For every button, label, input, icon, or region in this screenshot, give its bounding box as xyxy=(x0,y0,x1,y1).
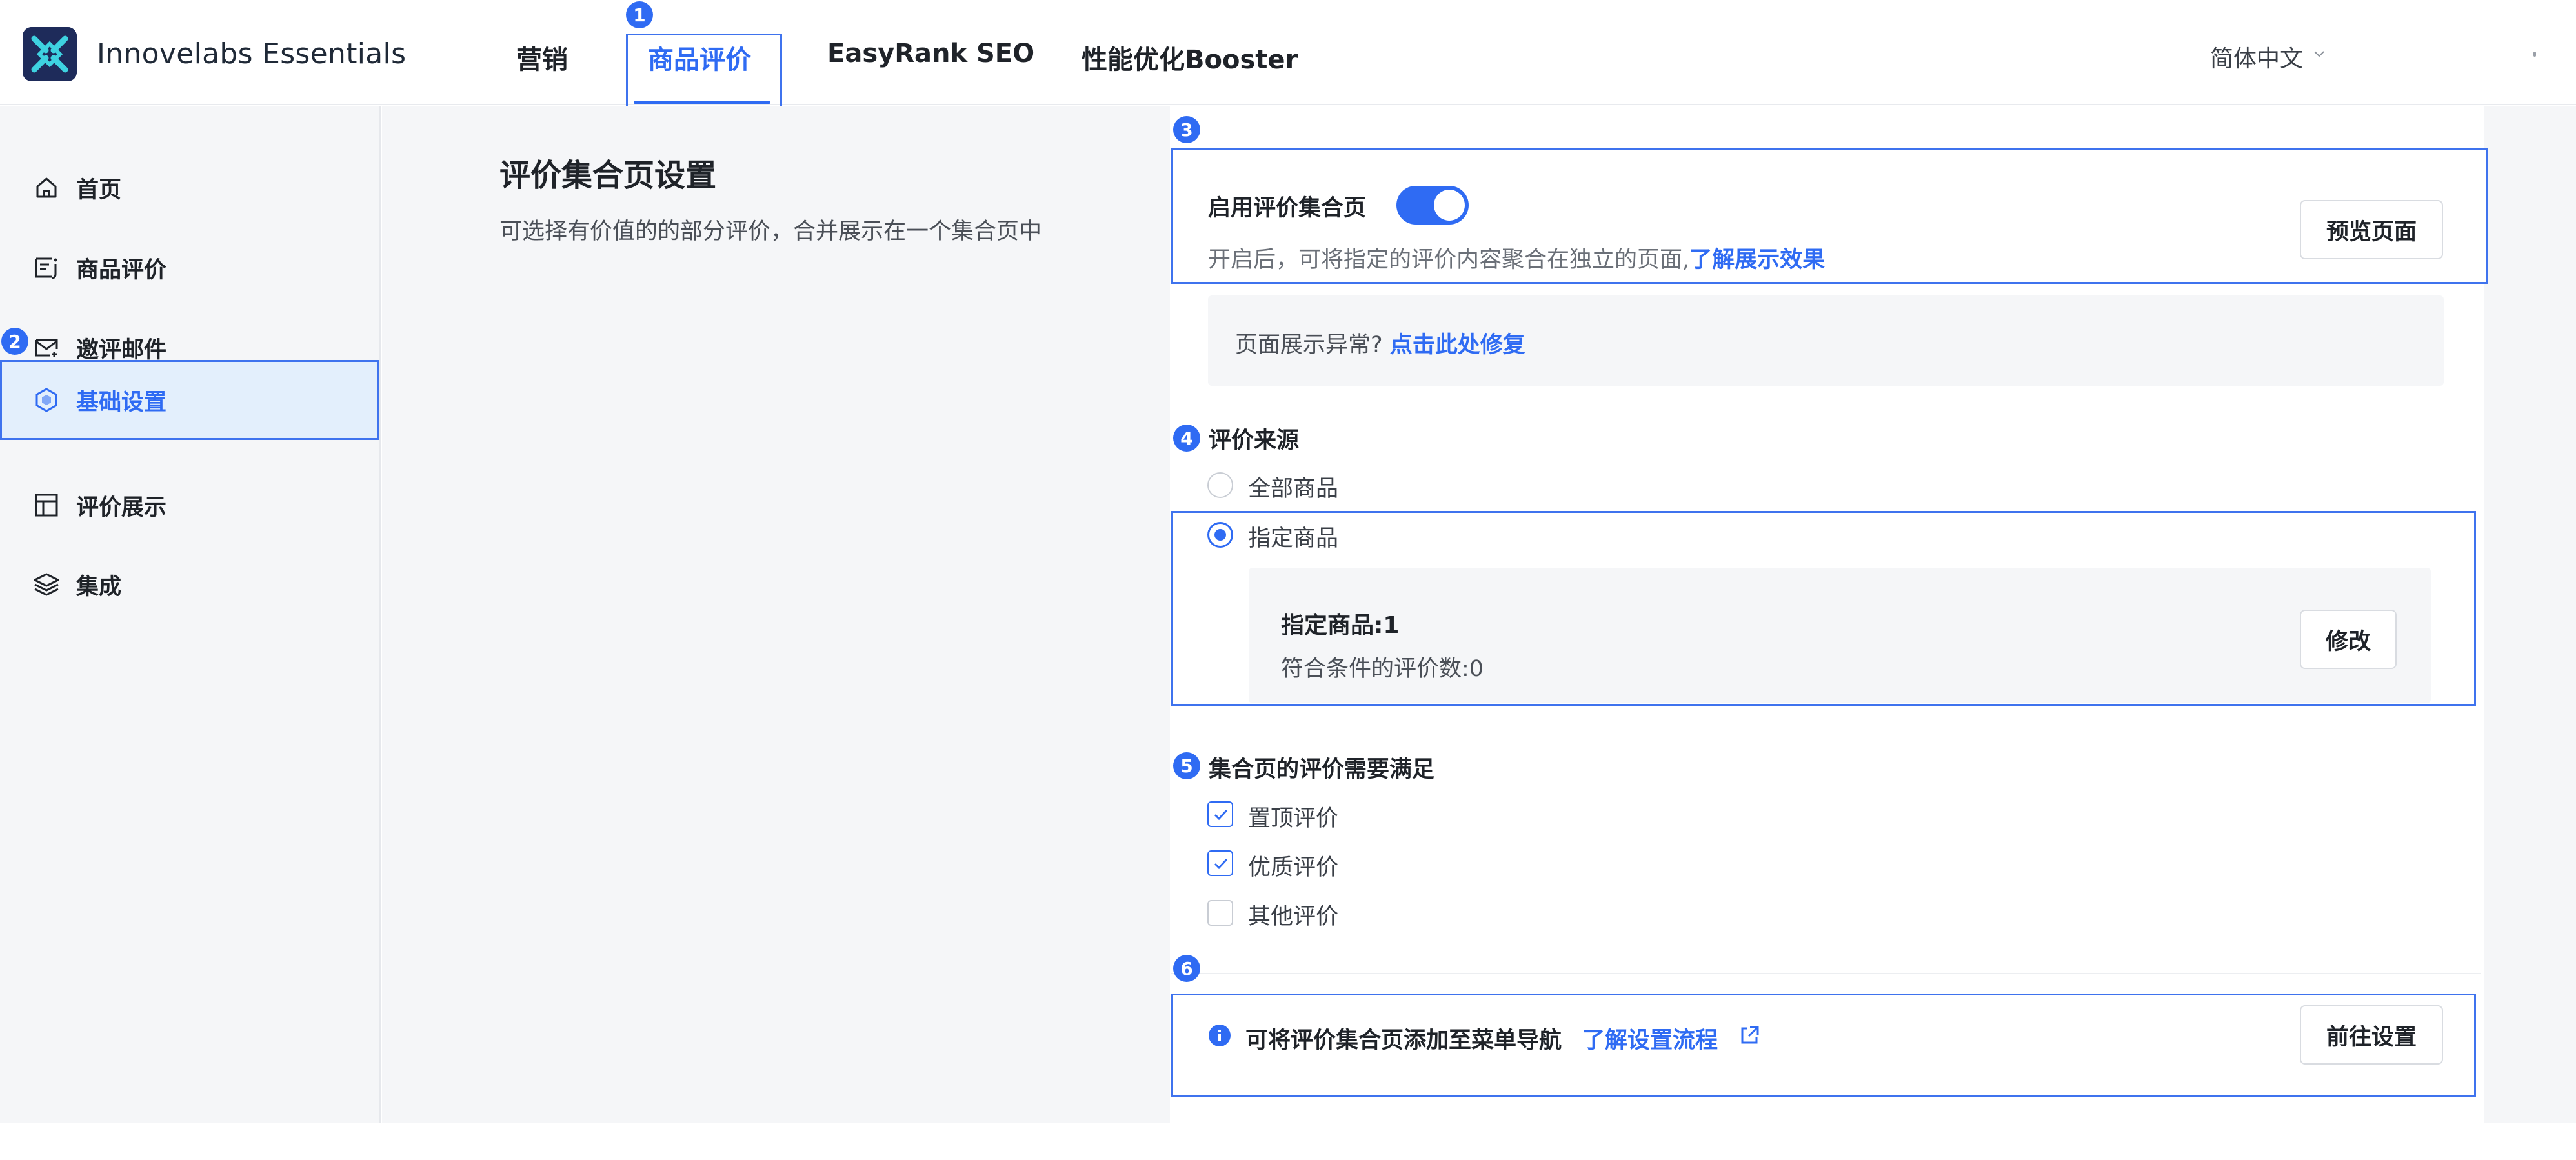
enable-description-text: 开启后，可将指定的评价内容聚合在独立的页面, xyxy=(1208,247,1690,273)
sidebar-item-label: 集成 xyxy=(76,574,122,600)
navigation-tip: 可将评价集合页添加至菜单导航 xyxy=(1245,1028,1562,1054)
nav-tab-booster[interactable]: 性能优化Booster xyxy=(1082,39,1298,76)
learn-setup-link[interactable]: 了解设置流程 xyxy=(1582,1022,1718,1055)
check-icon xyxy=(1214,858,1228,870)
radio-specified-products[interactable] xyxy=(1207,522,1233,548)
language-selector[interactable]: 简体中文 xyxy=(2210,40,2303,74)
radio-all-products[interactable] xyxy=(1207,472,1233,498)
radio-all-products-label[interactable]: 全部商品 xyxy=(1248,470,1338,503)
annotation-badge-4: 4 xyxy=(1173,425,1200,452)
app-title: Innovelabs Essentials xyxy=(97,37,407,70)
sidebar-item-review-display[interactable]: 评价展示 xyxy=(0,465,379,545)
annotation-badge-3: 3 xyxy=(1173,116,1200,143)
nav-tab-product-reviews[interactable]: 商品评价 xyxy=(648,39,751,76)
fix-hint: 页面展示异常? 点击此处修复 xyxy=(1235,326,1525,359)
go-to-settings-button[interactable]: 前往设置 xyxy=(2300,1005,2443,1065)
checkbox-other-reviews-label[interactable]: 其他评价 xyxy=(1248,898,1338,931)
settings-hex-icon xyxy=(35,388,57,412)
mail-icon xyxy=(35,339,58,357)
section-title: 评价集合页设置 xyxy=(499,157,717,194)
matching-reviews-count: 符合条件的评价数:0 xyxy=(1281,656,1484,682)
toggle-knob xyxy=(1434,190,1465,221)
header-mark xyxy=(2533,52,2536,57)
annotation-badge-5: 5 xyxy=(1173,752,1200,779)
enable-label: 启用评价集合页 xyxy=(1208,195,1367,221)
fix-link[interactable]: 点击此处修复 xyxy=(1390,332,1525,358)
check-icon xyxy=(1214,809,1228,821)
sidebar: 首页 商品评价 邀评邮件 基础设置 评价展示 集成 xyxy=(0,106,381,1123)
sidebar-item-home[interactable]: 首页 xyxy=(0,148,379,228)
specified-products-count: 指定商品:1 xyxy=(1281,612,1400,639)
source-title: 评价来源 xyxy=(1209,428,1300,454)
section-divider xyxy=(1171,973,2481,974)
app-root: Innovelabs Essentials 营销 商品评价 EasyRank S… xyxy=(0,0,2576,1160)
radio-specified-products-label[interactable]: 指定商品 xyxy=(1248,520,1338,553)
review-list-icon xyxy=(35,257,57,279)
annotation-badge-6: 6 xyxy=(1173,955,1200,982)
footer-strip xyxy=(0,1123,2576,1160)
nav-tab-marketing[interactable]: 营销 xyxy=(516,39,568,76)
annotation-badge-2: 2 xyxy=(1,328,28,355)
layers-icon xyxy=(34,573,59,596)
edit-products-button[interactable]: 修改 xyxy=(2300,610,2397,669)
criteria-title: 集合页的评价需要满足 xyxy=(1209,757,1435,783)
checkbox-quality-reviews[interactable] xyxy=(1207,850,1233,876)
home-icon xyxy=(36,177,57,198)
sidebar-item-label: 基础设置 xyxy=(76,389,167,415)
checkbox-pinned-reviews-label[interactable]: 置顶评价 xyxy=(1248,800,1338,833)
sidebar-item-label: 商品评价 xyxy=(76,257,167,283)
annotation-badge-1: 1 xyxy=(626,1,653,28)
checkbox-quality-reviews-label[interactable]: 优质评价 xyxy=(1248,849,1338,882)
preview-page-button[interactable]: 预览页面 xyxy=(2300,200,2443,259)
info-icon xyxy=(1209,1025,1231,1046)
nav-tab-easyrank-seo[interactable]: EasyRank SEO xyxy=(827,39,1034,68)
chevron-down-icon[interactable] xyxy=(2313,48,2325,59)
layout-icon xyxy=(35,494,58,517)
logo-x-icon xyxy=(23,27,77,81)
nav-active-underline xyxy=(634,101,770,104)
sidebar-item-label: 邀评邮件 xyxy=(76,337,167,363)
section-description: 可选择有价值的的部分评价，合并展示在一个集合页中 xyxy=(499,219,1042,245)
checkbox-other-reviews[interactable] xyxy=(1207,900,1233,926)
app-logo xyxy=(23,27,77,81)
sidebar-item-basic-settings[interactable]: 基础设置 xyxy=(0,360,379,440)
fix-hint-text: 页面展示异常? xyxy=(1235,332,1383,358)
external-link-icon[interactable] xyxy=(1738,1025,1760,1046)
sidebar-item-label: 首页 xyxy=(76,177,122,203)
sidebar-item-product-reviews[interactable]: 商品评价 xyxy=(0,228,379,308)
learn-display-link[interactable]: 了解展示效果 xyxy=(1689,247,1825,273)
sidebar-item-label: 评价展示 xyxy=(76,494,167,521)
top-header: Innovelabs Essentials 营销 商品评价 EasyRank S… xyxy=(0,0,2576,110)
sidebar-item-integrations[interactable]: 集成 xyxy=(0,545,379,625)
checkbox-pinned-reviews[interactable] xyxy=(1207,801,1233,827)
enable-description: 开启后，可将指定的评价内容聚合在独立的页面,了解展示效果 xyxy=(1208,241,1825,274)
